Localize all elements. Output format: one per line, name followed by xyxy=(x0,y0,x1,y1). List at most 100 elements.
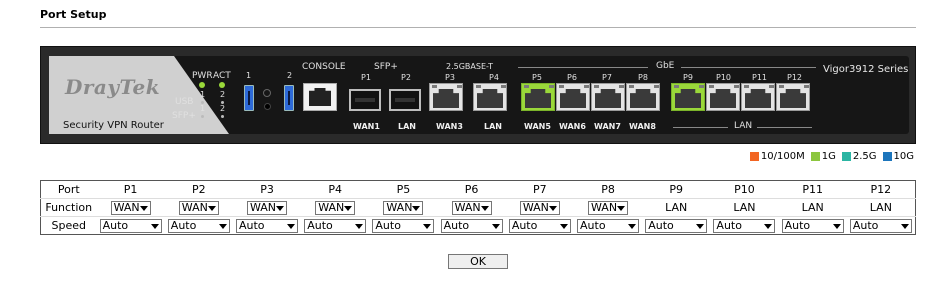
speed-cell: Auto xyxy=(847,217,916,235)
speed-select-p8[interactable]: Auto xyxy=(577,218,640,233)
port-column-header: P11 xyxy=(778,180,847,199)
speed-select-p9[interactable]: Auto xyxy=(645,218,708,233)
port-bottom-label-p8: WAN8 xyxy=(629,122,656,131)
ok-button[interactable]: OK xyxy=(448,254,508,269)
port-bottom-label-p6: WAN6 xyxy=(559,122,586,131)
speed-select-p10[interactable]: Auto xyxy=(713,218,776,233)
ethernet-port-p8 xyxy=(626,83,660,111)
function-cell: WAN xyxy=(301,198,370,217)
chevron-down-icon xyxy=(559,223,568,229)
speed-select-value: Auto xyxy=(716,218,742,232)
speed-select-p11[interactable]: Auto xyxy=(781,218,844,233)
port-top-label-p12: P12 xyxy=(787,73,803,82)
port-column-header: P12 xyxy=(846,180,916,199)
speed-select-p12[interactable]: Auto xyxy=(849,218,912,233)
speed-cell: Auto xyxy=(710,217,778,235)
function-select-p3[interactable]: WAN xyxy=(247,200,287,215)
port-config-table: Port P1 P2 P3 P4 P5 P6 P7 P8 P9 P10 P11 P12 Functio… xyxy=(40,180,916,235)
ethernet-port-p9 xyxy=(671,83,705,111)
chevron-down-icon xyxy=(423,223,432,229)
chevron-down-icon xyxy=(150,223,159,229)
chevron-down-icon xyxy=(764,223,773,229)
port-column-header: P5 xyxy=(369,180,438,199)
speed-cell: Auto xyxy=(233,217,301,235)
usb2-label: 2 xyxy=(287,71,293,80)
speed-cell: Auto xyxy=(779,217,847,235)
draytek-logo: DrayTek xyxy=(65,75,161,99)
speed-select-value: Auto xyxy=(511,218,538,232)
pwr-label: PWR xyxy=(192,71,213,81)
legend-label: 10/100M xyxy=(760,151,805,162)
port-column-header: P7 xyxy=(505,180,574,199)
function-cell: LAN xyxy=(710,198,779,217)
function-select-p1[interactable]: WAN xyxy=(110,200,151,215)
sfp-port-p2 xyxy=(389,89,421,111)
function-select-value: WAN xyxy=(454,200,481,214)
speed-select-p6[interactable]: Auto xyxy=(440,218,503,233)
port-top-label-p11: P11 xyxy=(752,73,768,82)
port-column-header: P10 xyxy=(710,180,779,199)
speed-select-p1[interactable]: Auto xyxy=(99,218,162,233)
port-top-label-p6: P6 xyxy=(567,73,577,82)
chevron-down-icon xyxy=(832,223,841,229)
ethernet-port-p11 xyxy=(741,83,775,111)
usb-led-label: USB xyxy=(175,97,194,107)
port-bottom-label-p2: LAN xyxy=(398,122,416,131)
function-cell: WAN xyxy=(369,198,438,217)
chevron-down-icon xyxy=(207,205,216,211)
function-select-value: WAN xyxy=(591,200,618,214)
speed-select-value: Auto xyxy=(307,218,333,232)
sfp-port-p1 xyxy=(349,89,381,111)
router-front-panel: DrayTek Security VPN Router PWR ACT 1 2 … xyxy=(40,46,916,144)
speed-cell: Auto xyxy=(165,217,233,235)
speed-select-p4[interactable]: Auto xyxy=(304,218,367,233)
speed-cell: Auto xyxy=(506,217,574,235)
ethernet-port-p3 xyxy=(429,83,463,111)
speed-cell: Auto xyxy=(574,217,642,235)
function-select-p6[interactable]: WAN xyxy=(451,200,492,215)
ethernet-port-p5 xyxy=(521,83,555,111)
speed-select-p7[interactable]: Auto xyxy=(508,218,571,233)
legend-item-1g: 1G xyxy=(810,151,836,162)
port-bottom-label-p5: WAN5 xyxy=(524,122,551,131)
function-select-p2[interactable]: WAN xyxy=(178,200,219,215)
chevron-down-icon xyxy=(344,205,353,211)
function-value-p10: LAN xyxy=(733,201,756,214)
chevron-down-icon xyxy=(696,223,705,229)
function-select-p5[interactable]: WAN xyxy=(383,200,424,215)
port-bottom-label-p3: WAN3 xyxy=(436,122,463,131)
function-value-p9: LAN xyxy=(665,201,688,214)
legend-label: 2.5G xyxy=(852,151,877,162)
function-select-value: WAN xyxy=(522,200,549,214)
speed-select-value: Auto xyxy=(239,218,265,232)
console-label: CONSOLE xyxy=(302,62,346,72)
function-cell: WAN xyxy=(164,198,233,217)
function-select-p4[interactable]: WAN xyxy=(315,200,356,215)
sfp-led-label: SFP+ xyxy=(172,111,196,121)
port-column-header: P6 xyxy=(437,180,506,199)
speed-select-p3[interactable]: Auto xyxy=(236,218,298,233)
sfp-led-1-label: 1 xyxy=(200,104,206,113)
speed-select-value: Auto xyxy=(102,218,129,232)
function-select-p8[interactable]: WAN xyxy=(588,200,629,215)
lan-group-label: LAN xyxy=(734,121,753,131)
console-port xyxy=(303,83,337,111)
legend-label: 1G xyxy=(821,151,836,162)
port-column-header: P2 xyxy=(164,180,233,199)
function-select-p7[interactable]: WAN xyxy=(519,200,560,215)
usb-port-1 xyxy=(244,85,254,111)
legend-item-10g: 10G xyxy=(882,151,914,162)
chevron-down-icon xyxy=(287,223,295,229)
function-cell: LAN xyxy=(846,198,916,217)
port-bottom-label-p4: LAN xyxy=(484,122,502,131)
table-header-row: Port P1 P2 P3 P4 P5 P6 P7 P8 P9 P10 P11 P12 xyxy=(40,180,916,199)
wps-button xyxy=(263,89,271,97)
speed-select-p2[interactable]: Auto xyxy=(167,218,230,233)
port-row-label: Port xyxy=(40,180,97,199)
function-value-p11: LAN xyxy=(801,201,824,214)
chevron-down-icon xyxy=(491,223,500,229)
speed-select-p5[interactable]: Auto xyxy=(372,218,435,233)
chevron-down-icon xyxy=(355,223,364,229)
sfp-group-label: SFP+ xyxy=(374,62,398,72)
port-top-label-p8: P8 xyxy=(638,73,648,82)
